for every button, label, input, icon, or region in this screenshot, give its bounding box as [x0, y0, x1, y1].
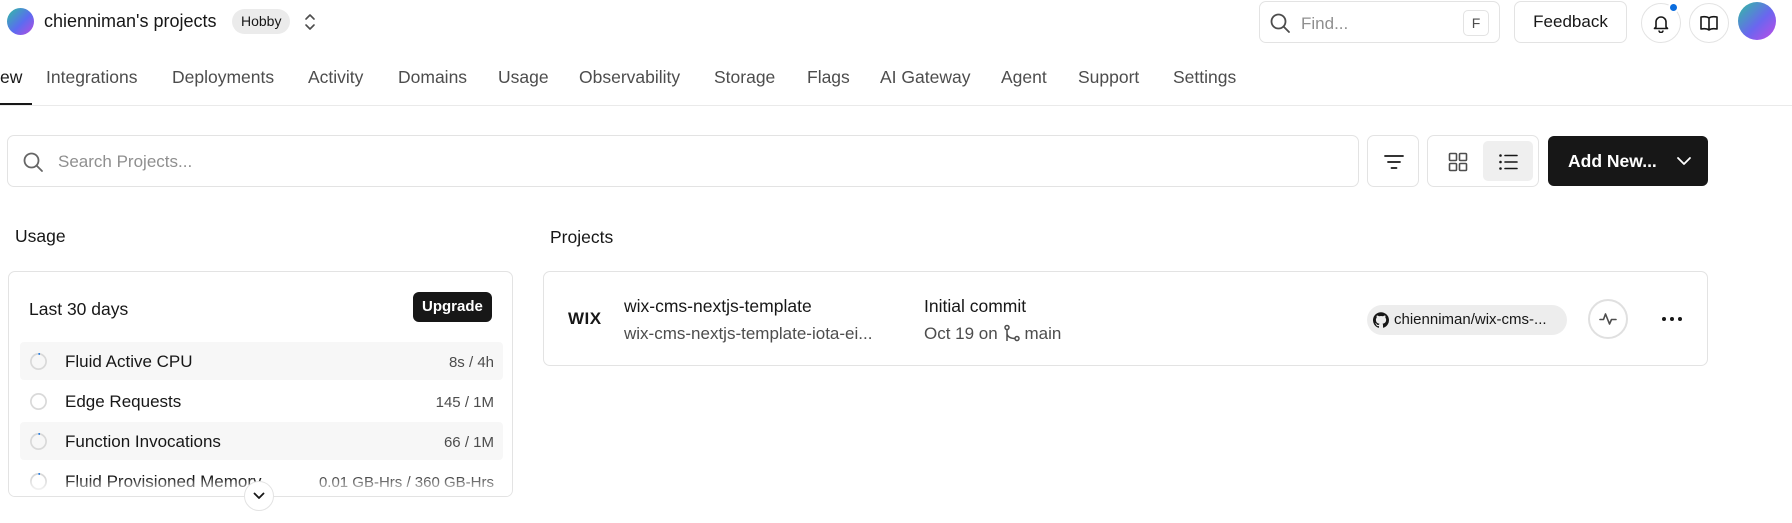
usage-metric-value: 145 / 1M	[435, 394, 494, 411]
usage-metric-name: Fluid Active CPU	[65, 352, 193, 371]
search-icon	[1269, 12, 1291, 39]
list-view-button[interactable]	[1483, 141, 1533, 181]
notifications-button[interactable]	[1641, 2, 1681, 43]
project-nav: ew Integrations Deployments Activity Dom…	[0, 57, 1792, 106]
expand-usage-button[interactable]	[244, 481, 274, 511]
commit-branch: main	[1024, 324, 1062, 343]
docs-button[interactable]	[1689, 3, 1729, 43]
view-toggle	[1427, 135, 1539, 187]
list-icon	[1499, 154, 1518, 170]
project-url[interactable]: wix-cms-nextjs-template-iota-ei...	[624, 324, 896, 344]
team-switcher-icon[interactable]	[300, 10, 320, 34]
filter-button[interactable]	[1367, 135, 1419, 187]
commit-meta: Oct 19 on main	[924, 324, 1061, 344]
tab-ai-gateway[interactable]: AI Gateway	[880, 67, 970, 88]
tab-usage[interactable]: Usage	[498, 67, 549, 88]
repo-link[interactable]: chienniman/wix-cms-...	[1367, 305, 1567, 335]
usage-metric-value: 66 / 1M	[443, 434, 494, 451]
usage-metric-value: 8s / 4h	[448, 354, 494, 371]
grid-view-button[interactable]	[1433, 141, 1483, 181]
usage-progress-icon	[30, 433, 47, 450]
projects-heading: Projects	[550, 227, 614, 247]
find-input[interactable]: Find... F	[1259, 1, 1500, 43]
usage-row[interactable]: Edge Requests 145 / 1M	[20, 382, 503, 420]
add-new-label: Add New...	[1568, 151, 1657, 171]
commit-message: Initial commit	[924, 296, 1027, 316]
github-icon	[1373, 312, 1389, 328]
active-tab-indicator	[0, 103, 32, 105]
team-avatar[interactable]	[7, 8, 34, 35]
git-branch-icon	[1004, 324, 1021, 342]
chevron-down-icon	[253, 492, 265, 499]
usage-progress-icon	[30, 393, 47, 410]
tab-activity[interactable]: Activity	[308, 67, 363, 88]
project-more-button[interactable]	[1652, 299, 1692, 339]
tab-observability[interactable]: Observability	[579, 67, 680, 88]
usage-metric-name: Function Invocations	[65, 432, 221, 451]
project-card[interactable]: WIX wix-cms-nextjs-template wix-cms-next…	[543, 271, 1708, 366]
repo-name: chienniman/wix-cms-...	[1394, 311, 1547, 328]
usage-row[interactable]: Fluid Active CPU 8s / 4h	[20, 342, 503, 380]
filter-icon	[1384, 155, 1404, 169]
find-shortcut-key: F	[1463, 10, 1489, 36]
project-activity-button[interactable]	[1588, 299, 1628, 339]
plan-badge: Hobby	[232, 9, 291, 34]
tab-support[interactable]: Support	[1078, 67, 1139, 88]
tab-settings[interactable]: Settings	[1173, 67, 1236, 88]
more-horizontal-icon	[1662, 317, 1682, 321]
feedback-button[interactable]: Feedback	[1514, 1, 1627, 43]
commit-date: Oct 19 on	[924, 324, 998, 343]
usage-row[interactable]: Function Invocations 66 / 1M	[20, 422, 503, 460]
usage-progress-icon	[30, 353, 47, 370]
tab-deployments[interactable]: Deployments	[172, 67, 274, 88]
team-name[interactable]: chienniman's projects	[44, 11, 217, 32]
find-placeholder: Find...	[1301, 14, 1349, 33]
tab-overview[interactable]: ew	[0, 67, 22, 88]
usage-metric-name: Edge Requests	[65, 392, 182, 411]
activity-pulse-icon	[1599, 313, 1617, 325]
tab-flags[interactable]: Flags	[807, 67, 850, 88]
usage-card: Last 30 days Upgrade Fluid Active CPU 8s…	[8, 271, 513, 497]
bell-icon	[1653, 16, 1669, 33]
project-name[interactable]: wix-cms-nextjs-template	[624, 296, 812, 317]
project-logo: WIX	[568, 309, 602, 328]
book-icon	[1700, 15, 1718, 31]
upgrade-button[interactable]: Upgrade	[413, 292, 492, 322]
notification-dot	[1668, 2, 1679, 13]
grid-icon	[1448, 152, 1468, 172]
user-avatar[interactable]	[1738, 2, 1776, 40]
tab-agent[interactable]: Agent	[1001, 67, 1047, 88]
search-projects-input[interactable]: Search Projects...	[7, 135, 1359, 187]
tab-storage[interactable]: Storage	[714, 67, 775, 88]
search-icon	[22, 151, 44, 178]
usage-period: Last 30 days	[29, 299, 129, 319]
tab-domains[interactable]: Domains	[398, 67, 467, 88]
search-projects-placeholder: Search Projects...	[58, 152, 193, 171]
tab-integrations[interactable]: Integrations	[46, 67, 137, 88]
chevron-down-icon	[1677, 157, 1691, 165]
add-new-button[interactable]: Add New...	[1548, 136, 1708, 186]
usage-heading: Usage	[15, 226, 66, 246]
